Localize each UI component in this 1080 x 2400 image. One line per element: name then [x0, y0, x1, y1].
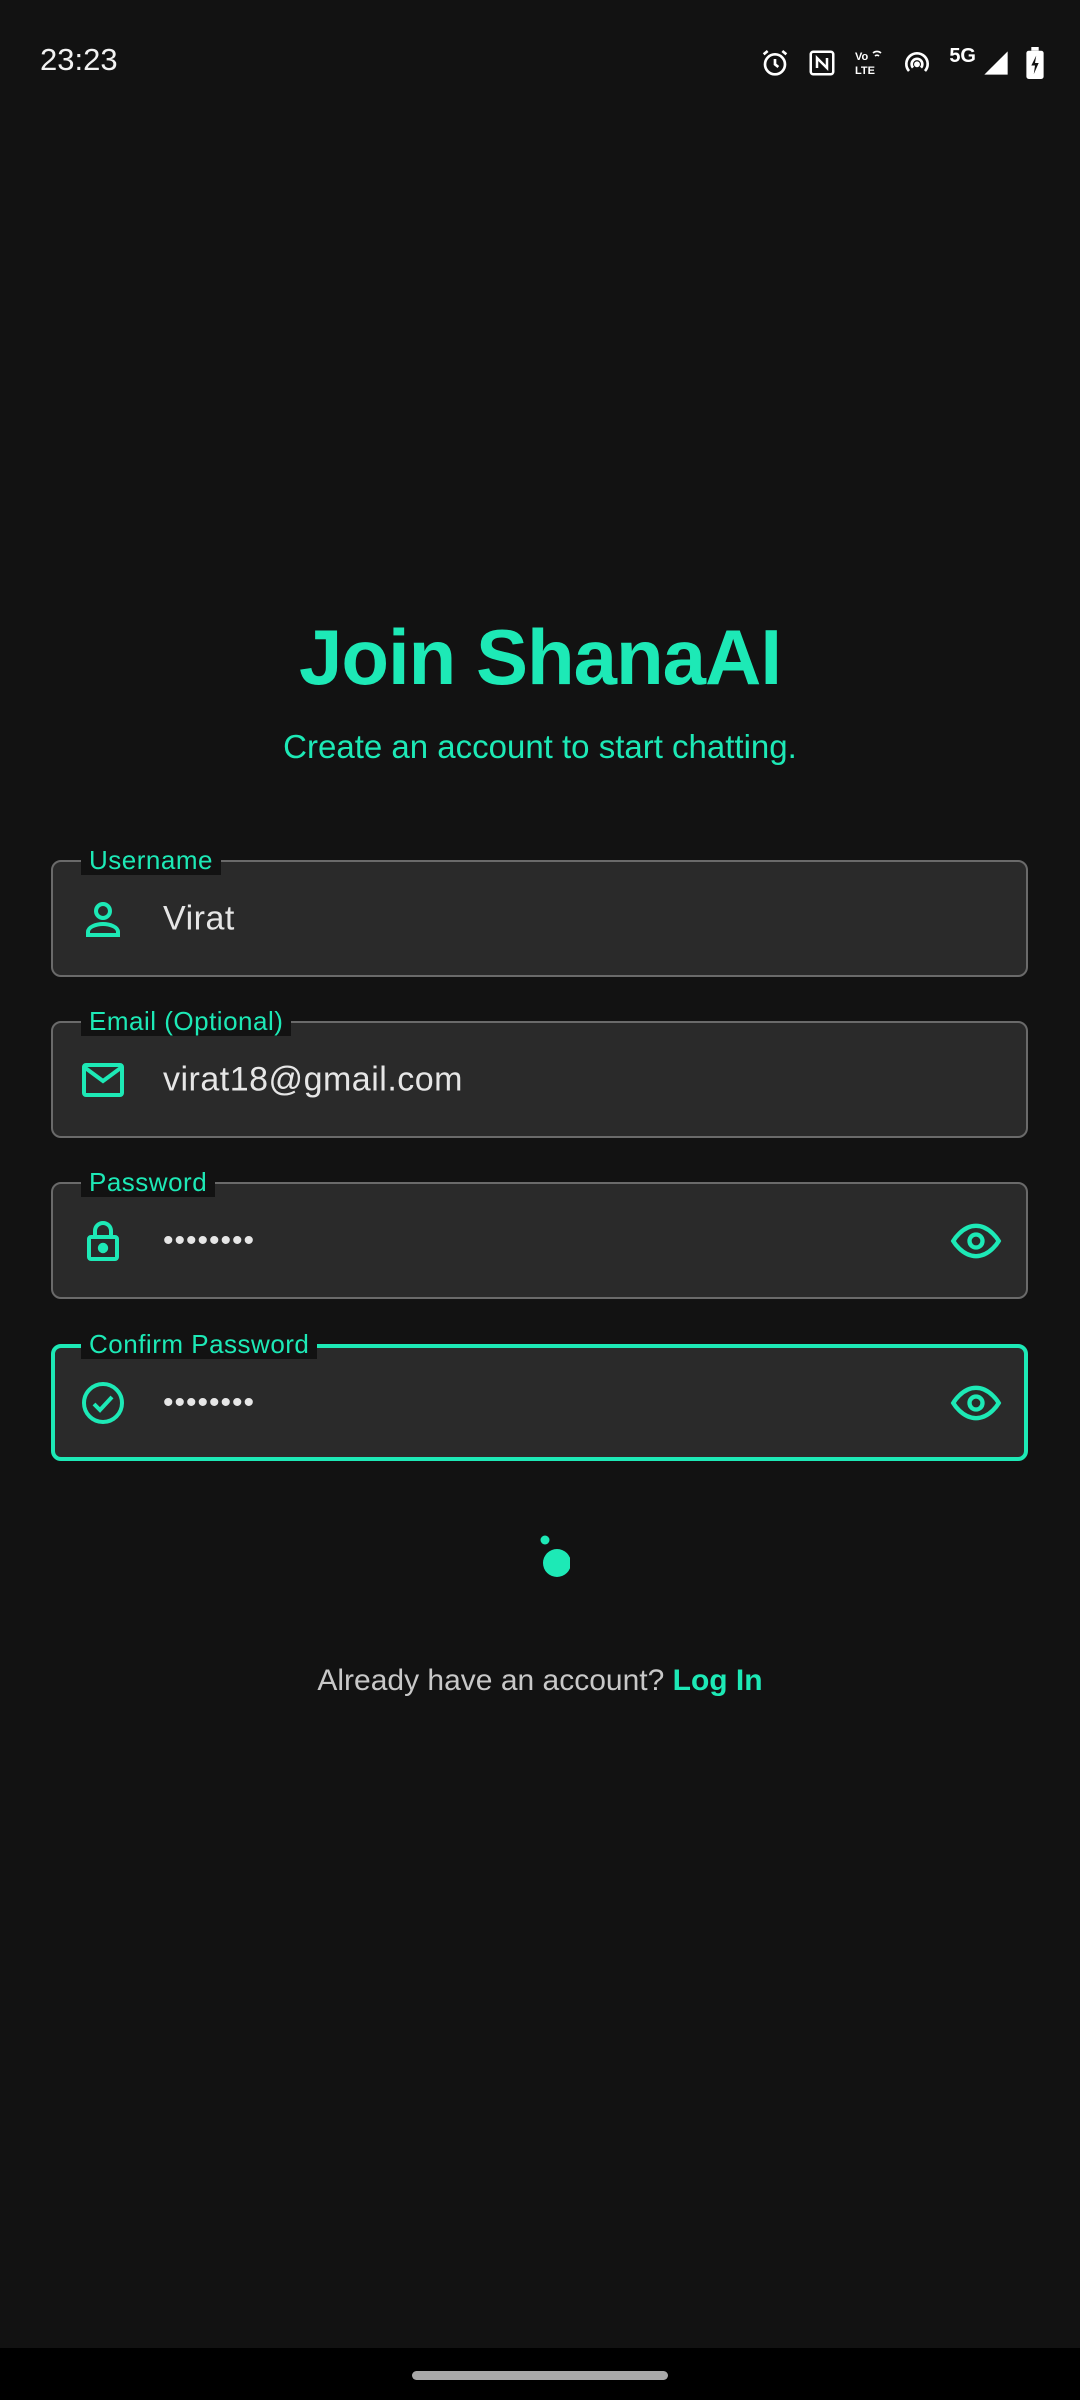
nfc-icon	[809, 50, 835, 76]
hotspot-icon	[905, 51, 930, 72]
confirm-password-label: Confirm Password	[81, 1329, 318, 1359]
network-type-label: 5G	[949, 44, 976, 67]
battery-icon	[1026, 47, 1044, 79]
username-input[interactable]: Virat	[163, 899, 235, 938]
status-bar: 23:23 Vo LTE 5G	[0, 0, 1080, 120]
eye-icon[interactable]	[950, 1215, 1002, 1267]
person-icon	[86, 901, 120, 937]
password-label: Password	[81, 1167, 216, 1197]
volte-bottom: LTE	[855, 65, 875, 77]
username-field[interactable]: Username Virat	[51, 845, 1028, 977]
mail-icon	[82, 1062, 124, 1097]
home-indicator[interactable]	[412, 2371, 668, 2380]
login-prompt: Already have an account? Log In	[0, 1664, 1080, 1698]
page-subtitle: Create an account to start chatting.	[283, 728, 797, 765]
email-field[interactable]: Email (Optional) virat18@gmail.com	[51, 1006, 1028, 1138]
volte-icon: Vo LTE	[855, 50, 882, 77]
email-label: Email (Optional)	[81, 1006, 292, 1036]
login-prompt-text: Already have an account?	[317, 1664, 673, 1697]
status-time: 23:23	[40, 42, 118, 77]
username-label: Username	[81, 845, 221, 875]
confirm-password-field[interactable]: Confirm Password ••••••••	[51, 1329, 1028, 1461]
loading-spinner-icon	[540, 1535, 570, 1577]
navigation-bar	[0, 2348, 1080, 2400]
alarm-icon	[763, 49, 788, 76]
eye-icon[interactable]	[950, 1377, 1002, 1429]
login-link[interactable]: Log In	[673, 1664, 763, 1697]
check-circle-icon	[82, 1381, 124, 1424]
volte-top: Vo	[855, 51, 869, 63]
lock-icon	[87, 1220, 119, 1261]
password-input[interactable]: ••••••••	[163, 1224, 255, 1258]
signal-icon	[984, 51, 1008, 75]
status-icons: Vo LTE 5G	[759, 44, 1044, 82]
page-title: Join ShanaAI	[298, 613, 782, 701]
email-input[interactable]: virat18@gmail.com	[163, 1060, 463, 1099]
password-field[interactable]: Password ••••••••	[51, 1167, 1028, 1299]
confirm-password-input[interactable]: ••••••••	[163, 1386, 255, 1420]
